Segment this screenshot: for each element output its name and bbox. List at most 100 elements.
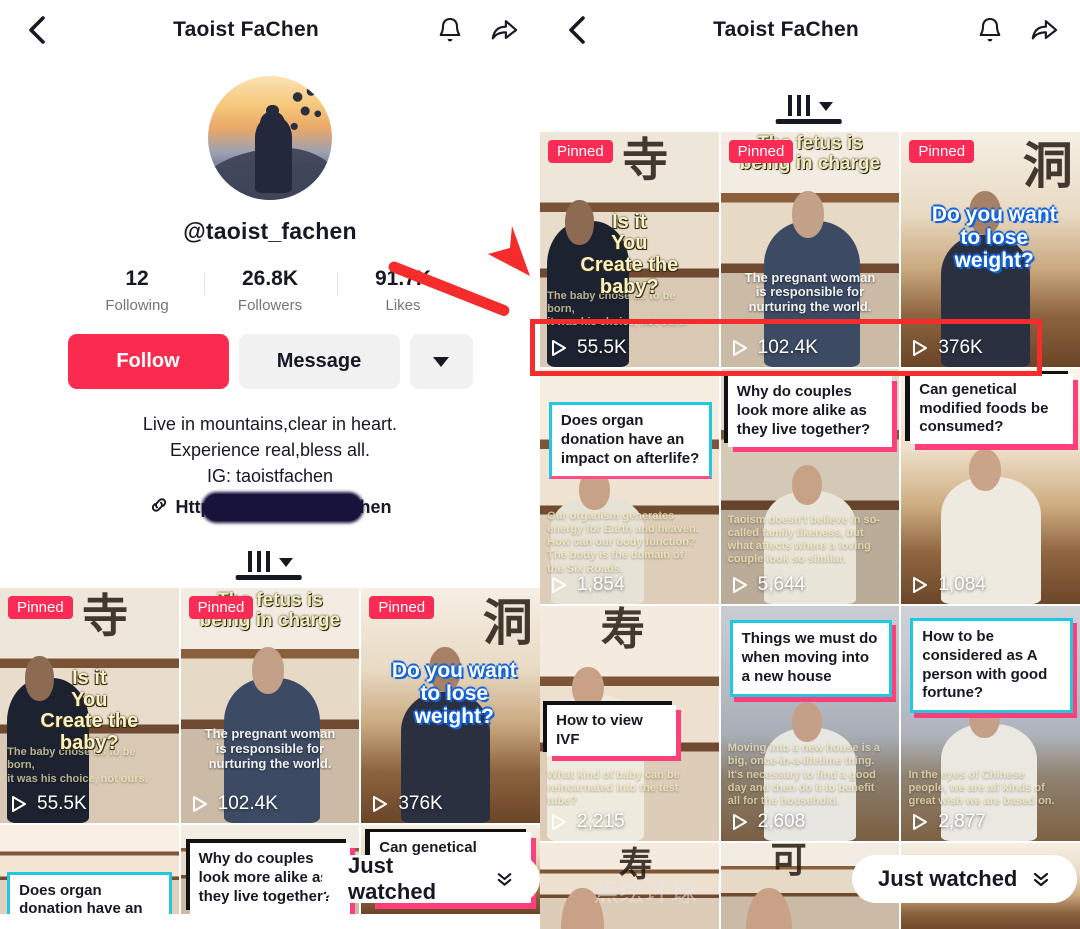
video-subcaption: Taoism doesn't believe in so-called fami… (727, 513, 880, 566)
pinned-badge: Pinned (188, 596, 254, 620)
view-count: 376K (371, 793, 443, 815)
more-options-button[interactable] (409, 334, 473, 389)
left-phone-panel: Taoist FaChen @taoist_fachen 12 Followin… (0, 0, 540, 929)
video-cell[interactable]: Does organ donation have an impact on af… (0, 825, 179, 915)
video-caption: Is it You Create the baby? (580, 210, 679, 298)
video-caption: How to view IVF (547, 704, 676, 757)
video-cell[interactable]: Pinned The fetus is being in charge The … (180, 588, 360, 824)
video-cell[interactable]: 寺 Pinned Is it You Create the baby? The … (540, 132, 719, 367)
video-caption: Why do couples look more alike as they l… (727, 376, 893, 447)
video-cell[interactable]: 寿 (540, 843, 719, 929)
profile-bio: Live in mountains,clear in heart. Experi… (0, 411, 540, 489)
stat-likes[interactable]: 91.7K Likes (336, 267, 470, 314)
view-count: 55.5K (550, 337, 627, 359)
link-text-suffix: hen (359, 497, 392, 518)
person-hair-bun (266, 104, 279, 116)
stat-label: Likes (385, 297, 421, 314)
video-cell[interactable]: 寿 How to view IVF What kind of baby can … (540, 606, 719, 841)
bell-icon[interactable] (976, 16, 1004, 44)
video-caption: Does organ donation have an impact on af… (548, 401, 712, 479)
calligraphy-decoration: 寿 (618, 845, 653, 886)
video-subcaption: The pregnant woman is responsible for nu… (744, 269, 876, 315)
right-phone-panel: Taoist FaChen 寺 Pinned Is it You Create … (540, 0, 1080, 929)
bio-line-1: Live in mountains,clear in heart. (142, 414, 398, 434)
redaction-blur (203, 494, 362, 522)
link-icon (149, 495, 169, 520)
play-icon (913, 340, 928, 356)
pinned-badge: Pinned (548, 140, 613, 163)
play-icon (373, 796, 388, 813)
follow-button[interactable]: Follow (67, 334, 229, 389)
video-cell[interactable]: 洞 Pinned Do you want to lose weight? 376… (901, 132, 1080, 367)
calligraphy-decoration: 洞 (1022, 137, 1073, 196)
back-icon[interactable] (22, 15, 52, 45)
content-tabbar (540, 82, 1080, 124)
double-chevron-down-icon (1034, 872, 1049, 887)
chevron-down-icon (433, 356, 449, 367)
video-grid-right: 寺 Pinned Is it You Create the baby? The … (540, 132, 1080, 929)
profile-stats: 12 Following 26.8K Followers 91.7K Likes (0, 267, 540, 314)
bio-line-2: Experience real,bless all. (169, 440, 371, 461)
video-cell[interactable]: 洞 Pinned Do you want to lose weight? 376… (361, 588, 540, 824)
video-subcaption: In the eyes of Chinese people, we are al… (908, 768, 1055, 807)
view-count-value: 1,084 (938, 574, 986, 595)
just-watched-label: Just watched (348, 853, 437, 904)
chevron-down-icon[interactable] (278, 558, 293, 568)
video-caption: Do you want to lose weight? (931, 202, 1057, 272)
page-title: Taoist FaChen (713, 18, 859, 41)
play-icon (552, 814, 566, 830)
profile-handle: @taoist_fachen (183, 218, 357, 244)
view-count-value: 2,215 (577, 811, 625, 832)
grid-bars-icon[interactable] (247, 550, 270, 573)
video-caption: Is it You Create the baby? (40, 667, 139, 754)
video-cell[interactable]: 寺 Pinned Is it You Create the baby? The … (0, 588, 179, 824)
video-cell[interactable]: Things we must do when moving into a new… (720, 606, 900, 841)
chevron-down-icon[interactable] (818, 102, 833, 111)
calligraphy-decoration: 可 (770, 843, 807, 881)
view-count-value: 376K (398, 793, 443, 815)
share-arrow-icon[interactable] (1030, 16, 1058, 44)
calligraphy-decoration: 洞 (482, 593, 533, 652)
avatar[interactable] (208, 76, 332, 200)
play-icon (732, 814, 747, 830)
video-cell[interactable]: Does organ donation have an impact on af… (540, 369, 719, 604)
view-count-value: 102.4K (217, 793, 278, 815)
stat-following[interactable]: 12 Following (71, 267, 204, 314)
just-watched-button[interactable]: Just watched (852, 855, 1078, 903)
play-icon (552, 340, 566, 356)
just-watched-button[interactable]: Just watched (322, 853, 540, 904)
profile-section: @taoist_fachen 12 Following 26.8K Follow… (0, 60, 540, 581)
person-head (252, 647, 285, 695)
video-cell[interactable]: Can genetical modified foods be consumed… (901, 369, 1080, 604)
share-arrow-icon[interactable] (490, 16, 518, 44)
profile-link-row[interactable]: Http hen (0, 494, 540, 522)
pinned-badge: Pinned (728, 140, 794, 163)
stat-label: Followers (237, 297, 303, 314)
stat-value: 91.7K (374, 267, 432, 290)
stat-followers[interactable]: 26.8K Followers (203, 267, 337, 314)
video-cell[interactable]: How to be considered as A person with go… (901, 606, 1080, 841)
double-chevron-down-icon (497, 873, 512, 886)
view-count-value: 55.5K (37, 793, 87, 815)
play-icon (12, 796, 26, 813)
view-count: 102.4K (731, 337, 818, 359)
pinned-badge: Pinned (8, 596, 73, 620)
message-button[interactable]: Message (238, 334, 400, 389)
stat-value: 26.8K (241, 267, 299, 290)
tab-active-indicator (235, 575, 302, 581)
video-caption: Does organ donation have an impact on af… (7, 871, 172, 915)
view-count: 1,854 (550, 574, 625, 596)
play-icon (732, 340, 747, 356)
dual-screenshot-comparison: Taoist FaChen @taoist_fachen 12 Followin… (0, 0, 1080, 929)
pinned-badge: Pinned (909, 140, 975, 163)
back-icon[interactable] (562, 15, 592, 45)
view-count: 2,877 (911, 811, 986, 833)
calligraphy-decoration: 寺 (622, 132, 669, 187)
video-cell[interactable]: Pinned The fetus is being in charge The … (720, 132, 900, 367)
bell-icon[interactable] (436, 16, 464, 44)
video-subcaption: Our organism generates energy for Earth … (547, 509, 699, 575)
content-tabbar (0, 538, 540, 581)
view-count: 2,608 (731, 811, 805, 833)
grid-bars-icon[interactable] (787, 94, 810, 116)
video-cell[interactable]: Why do couples look more alike as they l… (720, 369, 900, 604)
